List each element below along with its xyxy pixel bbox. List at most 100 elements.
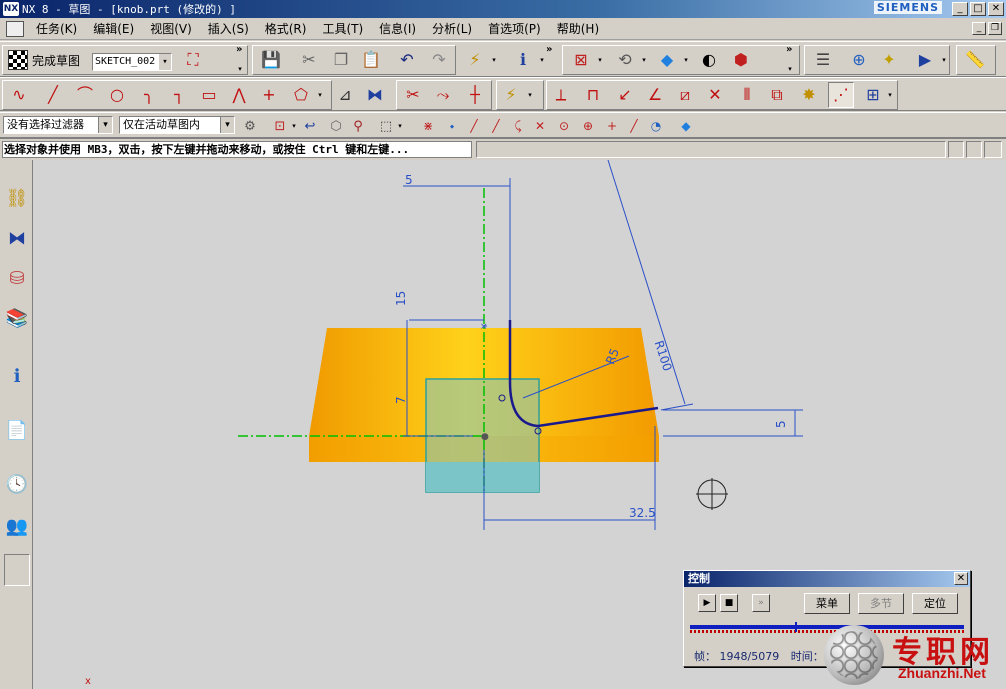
menu-preferences[interactable]: 首选项(P) bbox=[480, 20, 549, 37]
constraint-navigator-icon[interactable]: ⧓ bbox=[4, 222, 30, 254]
stop-at-intersection-icon[interactable]: ↩ bbox=[300, 113, 320, 139]
geometric-constraint-icon[interactable]: ⊓ bbox=[580, 82, 606, 108]
menu-view[interactable]: 视图(V) bbox=[142, 20, 200, 37]
profile-icon[interactable]: ∿ bbox=[6, 82, 32, 108]
move-object-icon[interactable]: ✦ bbox=[876, 47, 902, 73]
curve-dropdown[interactable]: ▾ bbox=[316, 82, 324, 108]
general-selection-icon[interactable]: ⚙ bbox=[240, 113, 260, 139]
menu-button[interactable]: 菜单 bbox=[804, 593, 850, 614]
rotate-view-icon[interactable]: ⟲ bbox=[612, 47, 638, 73]
assembly-navigator-icon[interactable]: ⛓ bbox=[4, 182, 30, 214]
commands-dropdown[interactable]: ▾ bbox=[490, 47, 498, 73]
doc-minimize-icon[interactable]: _ bbox=[972, 22, 986, 35]
snap-bounded-grid-icon[interactable]: ◔ bbox=[646, 113, 666, 139]
toolbar-more-1[interactable]: » bbox=[236, 44, 242, 55]
part-navigator-icon[interactable]: ⛁ bbox=[4, 262, 30, 294]
sketch-doc-icon[interactable] bbox=[6, 20, 24, 37]
arc-icon[interactable]: ⌒ bbox=[72, 82, 98, 108]
no-constraints-icon[interactable]: ✕ bbox=[702, 82, 728, 108]
snap-midpoint-icon[interactable]: ╱ bbox=[464, 113, 484, 139]
internet-explorer-icon[interactable]: ℹ bbox=[4, 360, 30, 392]
select-region-dropdown[interactable]: ▾ bbox=[396, 113, 404, 139]
reuse-library-icon[interactable]: 📚 bbox=[4, 302, 30, 334]
snap-point-on-surface-icon[interactable]: ╱ bbox=[624, 113, 644, 139]
find-command-dropdown[interactable]: ▾ bbox=[526, 82, 534, 108]
snap-quadrant-icon[interactable]: ⊙ bbox=[554, 113, 574, 139]
menu-format[interactable]: 格式(R) bbox=[257, 20, 315, 37]
menu-edit[interactable]: 编辑(E) bbox=[85, 20, 142, 37]
close-icon[interactable]: ✕ bbox=[954, 572, 968, 585]
line-icon[interactable]: ╱ bbox=[40, 82, 66, 108]
auto-constrain-icon[interactable]: ∠ bbox=[642, 82, 668, 108]
minimize-icon[interactable]: _ bbox=[952, 2, 968, 16]
info-dropdown[interactable]: ▾ bbox=[538, 47, 546, 73]
offset-curve-icon[interactable]: ⊿ bbox=[332, 82, 358, 108]
convert-reference-icon[interactable]: ⧄ bbox=[672, 82, 698, 108]
quick-trim-icon[interactable]: ✂ bbox=[400, 82, 426, 108]
playback-progress-thumb[interactable] bbox=[795, 622, 797, 632]
follow-fillet-icon[interactable]: ⬡ bbox=[326, 113, 346, 139]
select-region-icon[interactable]: ⬚ bbox=[376, 113, 396, 139]
paste-icon[interactable]: 📋 bbox=[358, 47, 384, 73]
menu-help[interactable]: 帮助(H) bbox=[549, 20, 607, 37]
circle-icon[interactable]: ○ bbox=[104, 82, 130, 108]
system-materials-icon[interactable] bbox=[4, 554, 30, 586]
selection-scope-dropdown[interactable]: 仅在活动草图内 ▾ bbox=[119, 116, 235, 134]
dimension-top-5[interactable]: 5 bbox=[405, 173, 413, 187]
polygon-icon[interactable]: ⬠ bbox=[288, 82, 314, 108]
save-icon[interactable]: 💾 bbox=[258, 47, 284, 73]
play-icon[interactable]: ▶ bbox=[698, 594, 716, 612]
snap-point-on-curve-icon[interactable]: ⊕ bbox=[578, 113, 598, 139]
sketch-style-dropdown[interactable]: ▾ bbox=[886, 82, 894, 108]
locate-button[interactable]: 定位 bbox=[912, 593, 958, 614]
curve-rule-icon[interactable]: ⊡ bbox=[270, 113, 290, 139]
inferred-dimension-icon[interactable]: ⟂ bbox=[548, 82, 574, 108]
infer-settings-icon[interactable]: ✸ bbox=[796, 82, 822, 108]
curve-rule-dropdown[interactable]: ▾ bbox=[290, 113, 298, 139]
selection-icon[interactable]: ▶ bbox=[912, 47, 938, 73]
layer-settings-icon[interactable]: ☰ bbox=[810, 47, 836, 73]
rectangle-icon[interactable]: ▭ bbox=[196, 82, 222, 108]
dimension-7[interactable]: 7 bbox=[394, 396, 408, 404]
snap-existing-point-icon[interactable]: + bbox=[602, 113, 622, 139]
find-command-icon[interactable]: ⚡ bbox=[498, 82, 524, 108]
point-icon[interactable]: + bbox=[256, 82, 282, 108]
animate-dimension-icon[interactable]: ⧉ bbox=[764, 82, 790, 108]
continuous-auto-dimension-icon[interactable]: ⋰ bbox=[828, 82, 854, 108]
doc-restore-icon[interactable]: ❐ bbox=[988, 22, 1002, 35]
shaded-view-icon[interactable]: ◆ bbox=[654, 47, 680, 73]
menu-tools[interactable]: 工具(T) bbox=[314, 20, 371, 37]
dimension-right-5[interactable]: 5 bbox=[774, 420, 788, 428]
dimension-32-5[interactable]: 32.5 bbox=[629, 506, 656, 520]
snap-endpoint-icon[interactable]: ⬩ bbox=[442, 113, 462, 139]
point-constructor-icon[interactable]: ◆ bbox=[676, 113, 696, 139]
undo-icon[interactable]: ↶ bbox=[394, 47, 420, 73]
snap-arc-center-icon[interactable]: ✕ bbox=[530, 113, 550, 139]
studio-spline-icon[interactable]: ⋀ bbox=[226, 82, 252, 108]
dimension-r100[interactable]: R100 bbox=[652, 339, 675, 373]
commands-icon[interactable]: ⚡ bbox=[462, 47, 488, 73]
dimension-15[interactable]: 15 bbox=[394, 291, 408, 306]
redo-icon[interactable]: ↷ bbox=[426, 47, 452, 73]
type-filter-dropdown[interactable]: 没有选择过滤器 ▾ bbox=[3, 116, 113, 134]
show-all-constraints-icon[interactable]: ↙ bbox=[612, 82, 638, 108]
mirror-curve-icon[interactable]: ⧓ bbox=[362, 82, 388, 108]
snap-intersection-icon[interactable]: ⤹ bbox=[508, 113, 528, 139]
stop-icon[interactable]: ■ bbox=[720, 594, 738, 612]
fit-view-icon[interactable]: ⊠ bbox=[568, 47, 594, 73]
section-view-icon[interactable]: ⬢ bbox=[728, 47, 754, 73]
chain-within-feature-icon[interactable]: ⚲ bbox=[348, 113, 368, 139]
orient-view-icon[interactable]: ◐ bbox=[696, 47, 722, 73]
toolbar-more-2[interactable]: » bbox=[546, 44, 552, 55]
clock-icon[interactable]: 🕓 bbox=[4, 468, 30, 500]
reattach-sketch-icon[interactable]: ⛶ bbox=[180, 47, 206, 73]
step-forward-icon[interactable]: » bbox=[752, 594, 770, 612]
toolbar-more-3[interactable]: » bbox=[786, 44, 792, 55]
history-icon[interactable]: 📄 bbox=[4, 414, 30, 446]
menu-task[interactable]: 任务(K) bbox=[28, 20, 85, 37]
shaded-view-dropdown[interactable]: ▾ bbox=[682, 47, 690, 73]
snap-control-point-icon[interactable]: ╱ bbox=[486, 113, 506, 139]
copy-icon[interactable]: ❐ bbox=[328, 47, 354, 73]
close-icon[interactable]: ✕ bbox=[988, 2, 1004, 16]
multi-section-button[interactable]: 多节 bbox=[858, 593, 904, 614]
